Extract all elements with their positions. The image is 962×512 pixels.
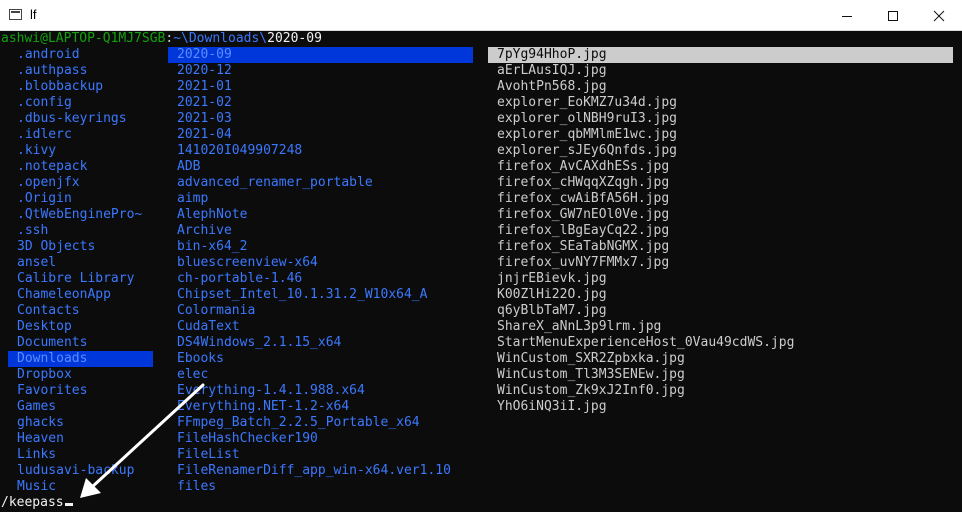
annotation-arrow-icon xyxy=(80,383,205,498)
